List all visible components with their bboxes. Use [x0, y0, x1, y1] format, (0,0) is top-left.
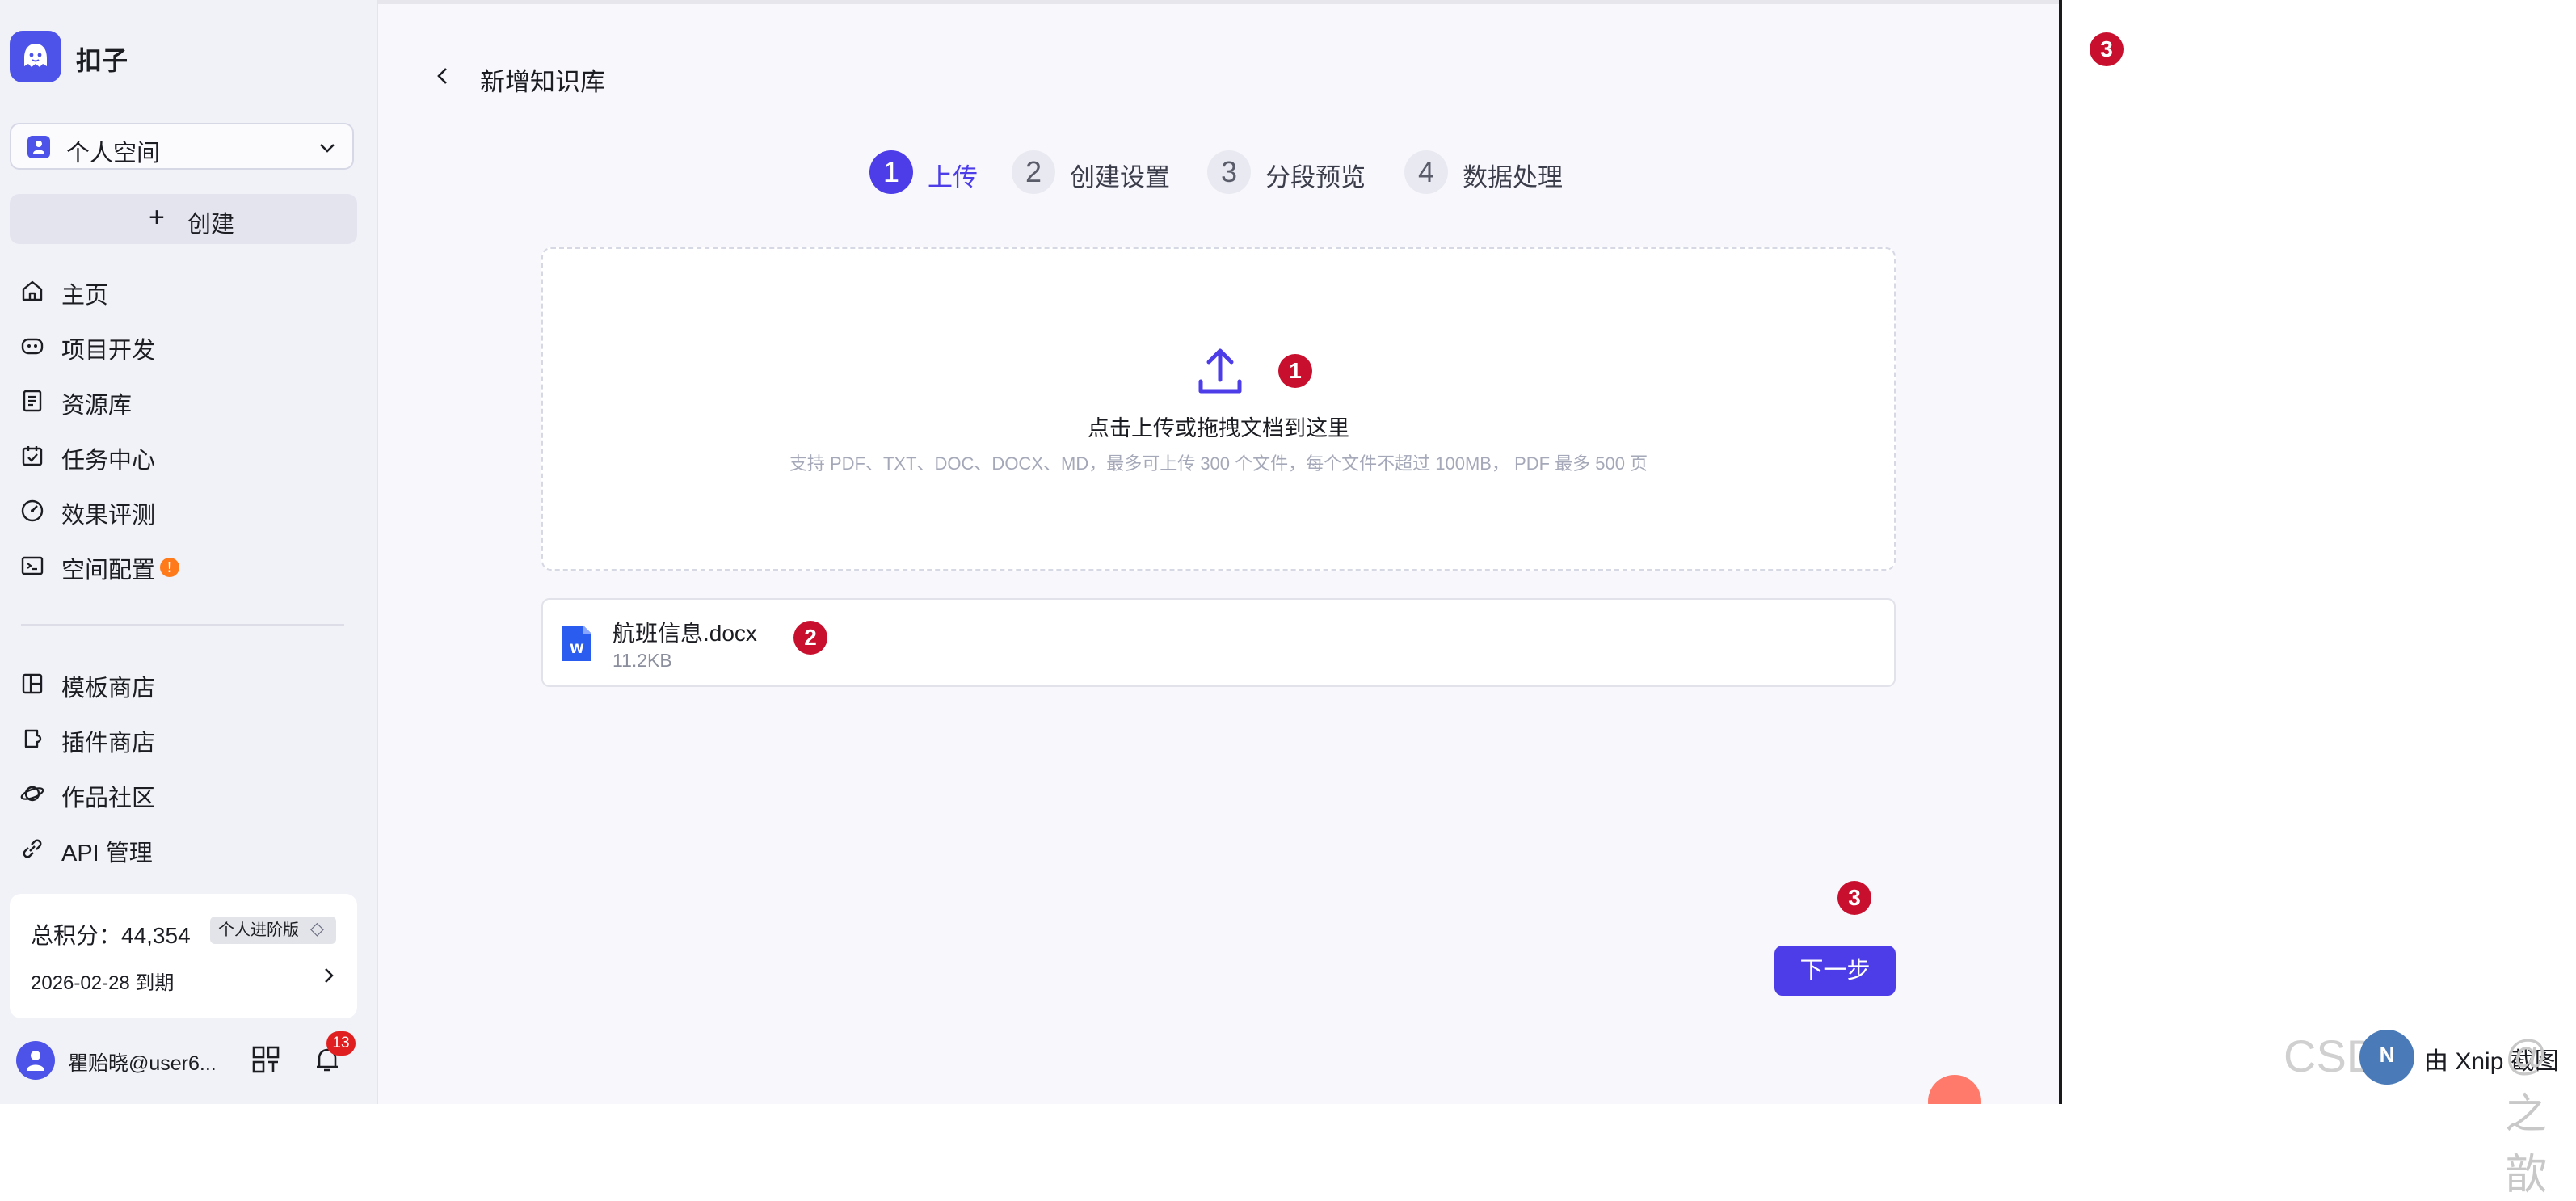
next-step-button[interactable]: 下一步	[1774, 946, 1896, 996]
api-icon	[23, 839, 42, 858]
sidebar-divider	[21, 624, 344, 626]
library-icon	[23, 390, 42, 412]
task-icon	[22, 446, 43, 466]
planet-icon	[20, 786, 44, 802]
top-divider	[378, 0, 2059, 4]
chevron-down-icon	[320, 144, 335, 153]
file-name: 航班信息.docx	[612, 621, 757, 646]
page-title: 新增知识库	[480, 68, 605, 96]
app-window: 扣子 个人空间 + 创建 主页 项目开发 资源库 任务中心 效果评测 空间配置 …	[0, 0, 2062, 1104]
word-file-icon: W	[562, 626, 591, 661]
sidebar-item-label: 项目开发	[61, 338, 156, 364]
watermark-circle: N	[2359, 1030, 2414, 1085]
apps-grid-icon[interactable]	[250, 1044, 281, 1075]
upload-icon	[1198, 348, 1242, 394]
uploaded-file-card[interactable]: W 航班信息.docx 11.2KB	[541, 598, 1896, 687]
annotation-marker-3-outside: 3	[2090, 32, 2124, 66]
step-number: 1	[869, 150, 913, 194]
sidebar-item-library[interactable]: 资源库	[19, 380, 343, 420]
sidebar-item-label: 效果评测	[61, 503, 156, 529]
gauge-icon	[21, 499, 44, 522]
sidebar-item-home[interactable]: 主页	[19, 270, 343, 310]
sidebar-item-tasks[interactable]: 任务中心	[19, 435, 343, 475]
step-number: 4	[1404, 150, 1448, 194]
step-number: 2	[1012, 150, 1055, 194]
create-button-label: 创建	[187, 212, 235, 238]
sidebar-item-label: 主页	[61, 283, 109, 309]
step-label: 创建设置	[1070, 163, 1170, 192]
sidebar-item-label: 模板商店	[61, 676, 156, 702]
notification-count-badge: 13	[326, 1031, 356, 1056]
coze-logo-icon[interactable]	[10, 31, 61, 82]
plus-icon: +	[149, 202, 165, 233]
sidebar-item-label: 任务中心	[61, 448, 156, 474]
space-selector[interactable]: 个人空间	[10, 123, 354, 170]
step-label: 分段预览	[1265, 163, 1366, 192]
diamond-icon: ◇	[310, 918, 324, 938]
sidebar-item-projects[interactable]: 项目开发	[19, 325, 343, 365]
points-card[interactable]: 总积分：44,354 个人进阶版 ◇ 2026-02-28 到期	[10, 894, 357, 1018]
sidebar-item-plugin-store[interactable]: 插件商店	[19, 718, 343, 758]
sidebar-item-label: 插件商店	[61, 731, 156, 756]
step-label: 数据处理	[1463, 163, 1563, 192]
home-icon	[22, 280, 43, 301]
user-icon	[27, 136, 50, 158]
sidebar-item-label: 资源库	[61, 393, 133, 419]
avatar[interactable]	[16, 1041, 55, 1080]
sidebar-item-community[interactable]: 作品社区	[19, 773, 343, 813]
plugin-icon	[24, 729, 42, 748]
upload-instruction: 点击上传或拖拽文档到这里	[1088, 416, 1349, 440]
file-size: 11.2KB	[612, 650, 672, 671]
sidebar-item-label: 作品社区	[61, 786, 156, 811]
sidebar-item-template-store[interactable]: 模板商店	[19, 663, 343, 703]
annotation-marker-3: 3	[1837, 881, 1871, 915]
username[interactable]: 瞿贻晓@user6...	[68, 1047, 217, 1077]
sidebar: 扣子 个人空间 + 创建 主页 项目开发 资源库 任务中心 效果评测 空间配置 …	[0, 0, 378, 1104]
sidebar-item-evaluation[interactable]: 效果评测	[19, 490, 343, 530]
gamepad-icon	[21, 338, 44, 355]
terminal-icon	[21, 556, 44, 575]
step-label: 上传	[928, 163, 978, 192]
brand-name: 扣子	[76, 46, 128, 75]
back-arrow-icon[interactable]	[431, 65, 454, 87]
user-row: 瞿贻晓@user6... 13	[16, 1031, 364, 1085]
sidebar-item-label: 空间配置	[61, 558, 156, 584]
sidebar-item-space-config[interactable]: 空间配置 !	[19, 545, 343, 585]
template-icon	[22, 673, 43, 694]
svg-text:W: W	[570, 641, 584, 656]
chevron-right-icon	[325, 968, 334, 983]
sidebar-item-label: API 管理	[61, 841, 153, 866]
step-number: 3	[1207, 150, 1251, 194]
upload-hint: 支持 PDF、TXT、DOC、DOCX、MD，最多可上传 300 个文件，每个文…	[789, 453, 1648, 474]
annotation-marker-2: 2	[793, 621, 827, 655]
create-button[interactable]: + 创建	[10, 194, 357, 244]
plan-expiry: 2026-02-28 到期	[31, 972, 175, 994]
upload-dropzone[interactable]: 点击上传或拖拽文档到这里 支持 PDF、TXT、DOC、DOCX、MD，最多可上…	[541, 247, 1896, 571]
watermark-author: @之歆	[2505, 1032, 2548, 1199]
total-points: 总积分：44,354	[31, 923, 191, 948]
warning-badge: !	[160, 558, 179, 577]
sidebar-item-api[interactable]: API 管理	[19, 828, 343, 868]
space-selector-label: 个人空间	[66, 141, 161, 166]
annotation-marker-1: 1	[1278, 354, 1312, 388]
assistant-avatar[interactable]	[1928, 1075, 1981, 1104]
